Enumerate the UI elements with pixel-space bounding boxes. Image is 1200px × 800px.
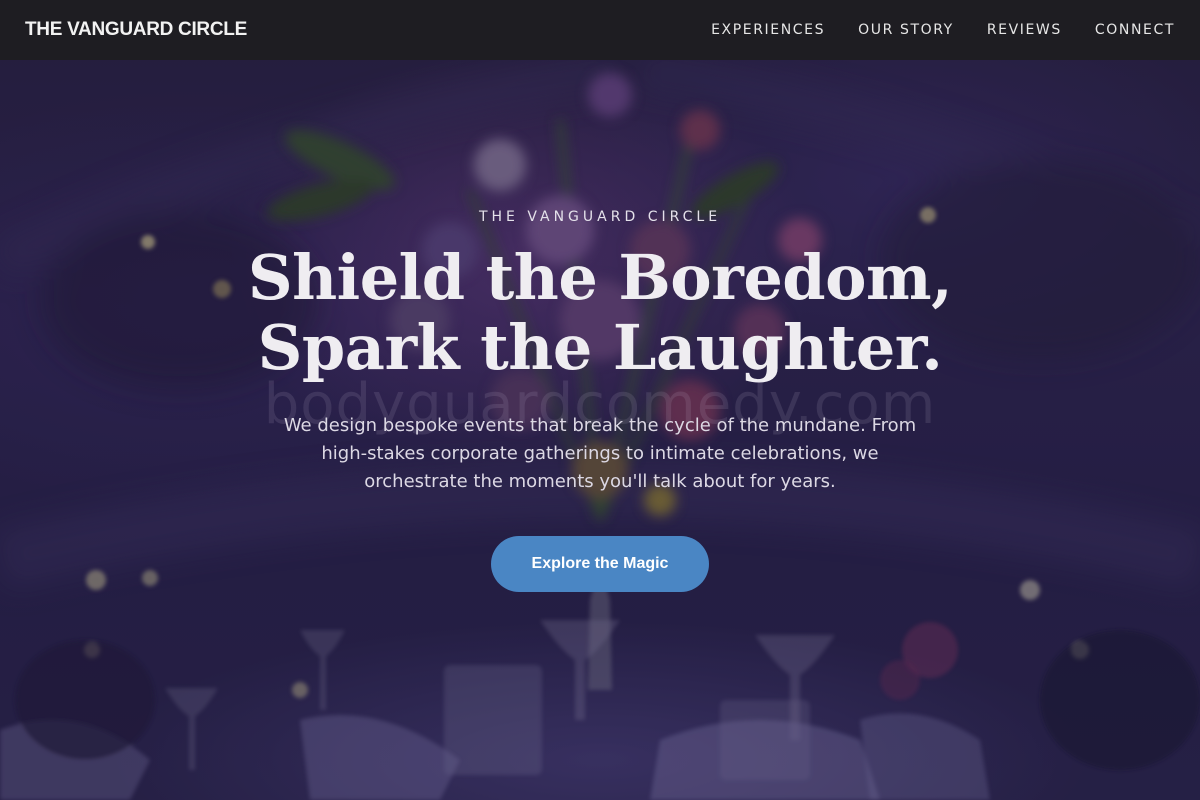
main-nav: EXPERIENCES OUR STORY REVIEWS CONNECT [678,22,1175,38]
brand-logo[interactable]: THE VANGUARD CIRCLE [25,19,247,41]
nav-link-our-story[interactable]: OUR STORY [858,22,954,38]
hero-headline: Shield the Boredom, Spark the Laughter. [0,243,1200,383]
hero-eyebrow: THE VANGUARD CIRCLE [478,209,722,225]
nav-link-experiences[interactable]: EXPERIENCES [711,22,825,38]
hero-headline-line-1: Shield the Boredom, [247,241,953,314]
hero-description: We design bespoke events that break the … [283,415,917,492]
explore-the-magic-button[interactable]: Explore the Magic [491,536,709,592]
site-header: THE VANGUARD CIRCLE EXPERIENCES OUR STOR… [0,0,1200,60]
hero-section: THE VANGUARD CIRCLE Shield the Boredom, … [0,60,1200,800]
page: THE VANGUARD CIRCLE EXPERIENCES OUR STOR… [0,0,1200,800]
nav-link-reviews[interactable]: REVIEWS [987,22,1062,38]
nav-link-connect[interactable]: CONNECT [1095,22,1175,38]
